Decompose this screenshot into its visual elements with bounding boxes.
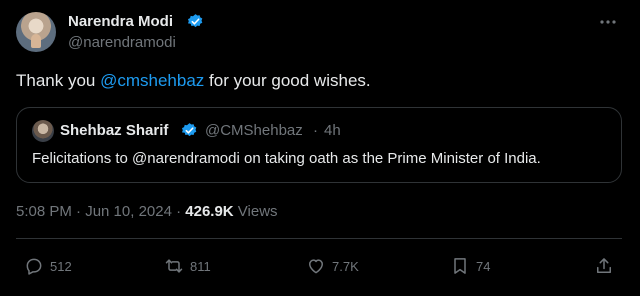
bookmark-icon [454,258,466,274]
author-handle[interactable]: @narendramodi [68,33,176,53]
more-icon[interactable] [598,12,618,32]
like-button[interactable]: 7.7K [306,254,359,278]
retweet-count: 811 [190,258,211,274]
tweet-datetime[interactable]: 5:08 PM · Jun 10, 2024 · [16,203,185,220]
verified-badge-icon [187,13,204,30]
tweet-text-before: Thank you [16,71,101,90]
reply-icon [26,258,42,275]
tweet-text: Thank you @cmshehbaz for your good wishe… [16,70,371,92]
author-name[interactable]: Narendra Modi [68,12,173,32]
divider [16,238,622,239]
retweet-icon [165,259,183,273]
views-label: Views [233,203,278,220]
like-count: 7.7K [332,258,359,274]
verified-badge-icon [181,122,198,139]
tweet-mention-link[interactable]: @cmshehbaz [100,71,204,90]
retweet-button[interactable]: 811 [164,254,211,278]
quoted-tweet-text: Felicitations to @narendramodi on taking… [32,150,541,167]
bookmark-count: 74 [476,258,491,274]
quoted-separator: · [313,122,318,139]
author-avatar[interactable] [16,12,56,52]
tweet-text-after: for your good wishes. [204,71,371,90]
share-button[interactable] [594,254,620,278]
quoted-timestamp[interactable]: 4h [324,121,341,141]
tweet-meta: 5:08 PM · Jun 10, 2024 · 426.9K Views [16,202,278,222]
views-count: 426.9K [185,203,234,220]
like-icon [309,259,323,274]
reply-count: 512 [50,258,72,274]
quoted-tweet-card[interactable] [16,107,622,183]
quoted-author-name[interactable]: Shehbaz Sharif [60,121,168,141]
reply-button[interactable]: 512 [24,254,72,278]
share-icon [597,258,611,273]
quoted-author-avatar[interactable] [32,120,54,142]
quoted-author-handle[interactable]: @CMShehbaz [205,121,303,141]
bookmark-button[interactable]: 74 [450,254,490,278]
